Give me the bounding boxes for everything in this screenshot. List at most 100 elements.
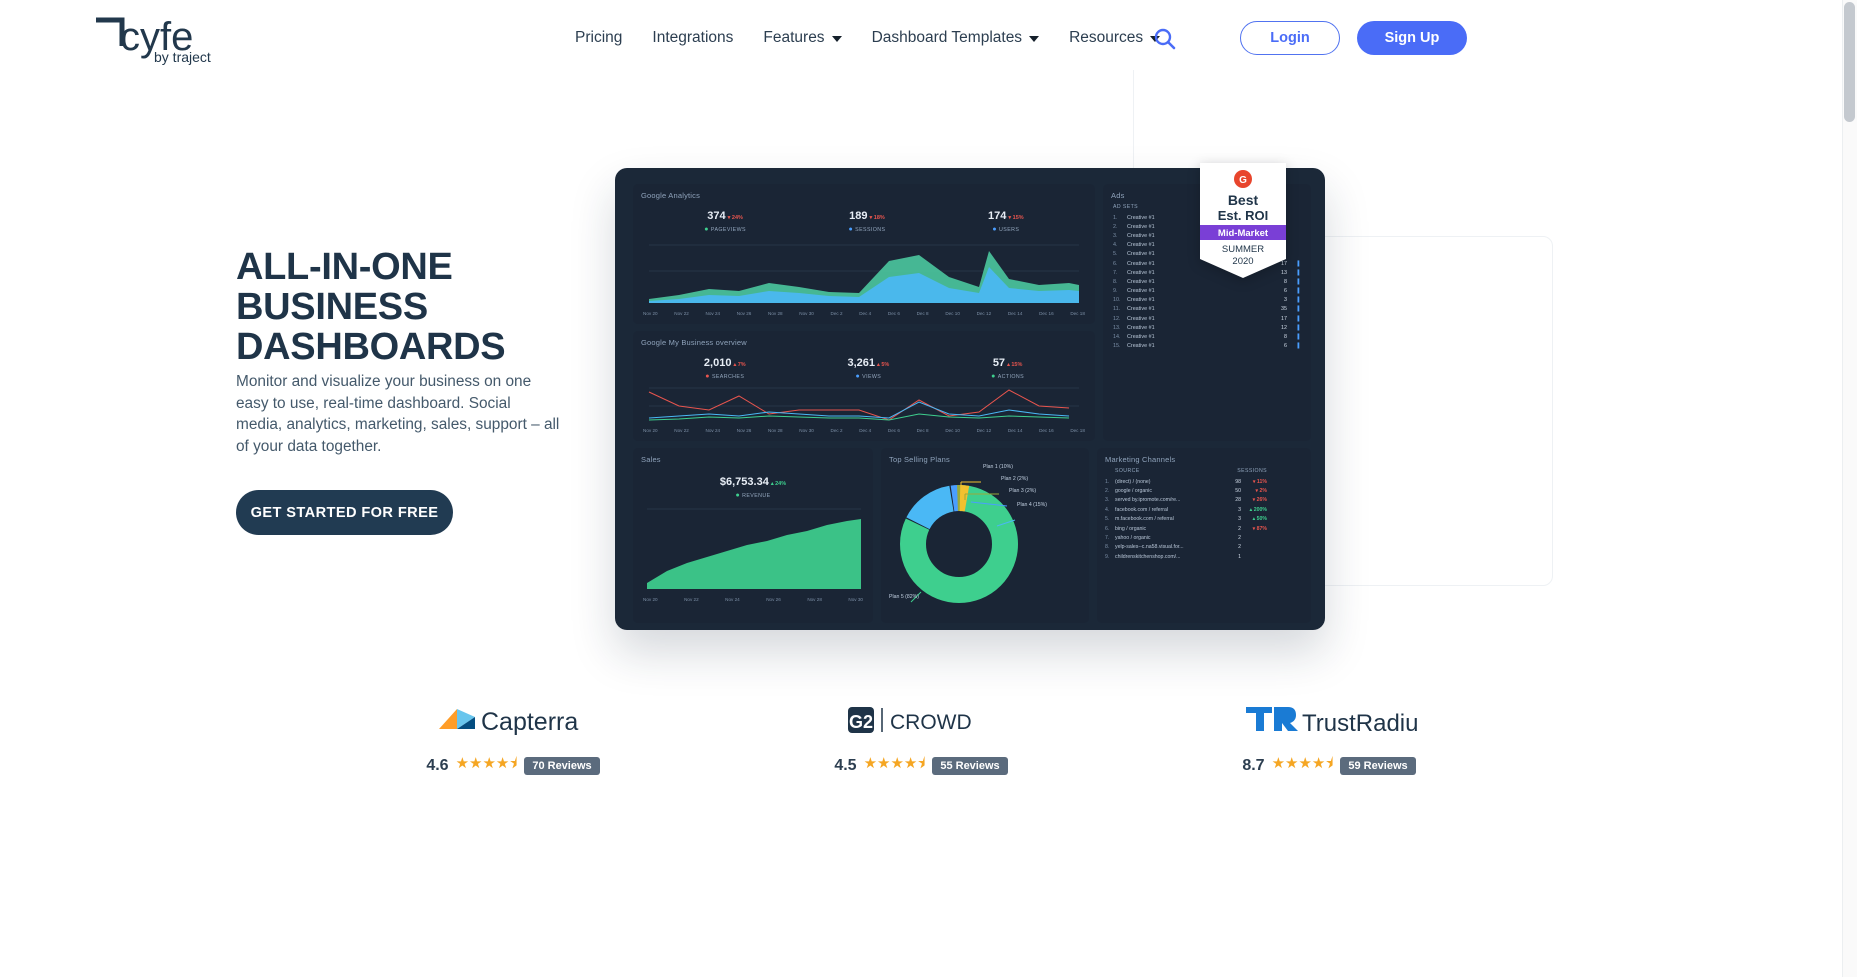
g2-award-badge: G Best Est. ROI Mid-Market SUMMER 2020: [1196, 163, 1290, 278]
logo[interactable]: cyfe by traject: [92, 10, 262, 66]
kpi-value: 2,010: [703, 357, 732, 369]
g2crowd-logo: G2 CROWD: [791, 700, 1051, 740]
table-row[interactable]: 9. Creative #1 6 ▌: [1103, 287, 1311, 296]
panel-title: Google My Business overview: [641, 338, 747, 347]
row-change: ▴ 50%: [1252, 516, 1267, 523]
row-index: 13.: [1113, 324, 1121, 331]
panel-title: Google Analytics: [641, 191, 701, 200]
row-value: 6: [1284, 343, 1287, 350]
series-dot-icon: ●: [992, 226, 998, 233]
page-scrollbar[interactable]: [1842, 0, 1857, 977]
axis-tick: Nov 26: [736, 428, 752, 433]
signup-label: Sign Up: [1384, 30, 1440, 46]
review-count-badge[interactable]: 55 Reviews: [932, 756, 1008, 775]
search-button[interactable]: [1152, 26, 1178, 52]
kpi-value: 3,261: [847, 357, 876, 369]
row-index: 7.: [1105, 534, 1110, 541]
table-row[interactable]: 6. bing / organic 2 ▾ 87%: [1097, 524, 1311, 533]
review-score: 4.5: [834, 756, 857, 774]
row-name: Creative #1: [1127, 288, 1155, 295]
table-row[interactable]: 8. Creative #1 8 ▌: [1103, 277, 1311, 286]
kpi-value: 174: [988, 210, 1007, 222]
axis-tick: Dec 12: [976, 311, 992, 316]
channels-column-headers: SOURCE SESSIONS: [1097, 464, 1311, 477]
review-capterra: Capterra 4.6 ★★★★⯨ 70 Reviews: [383, 700, 643, 778]
table-row[interactable]: 10. Creative #1 3 ▌: [1103, 296, 1311, 305]
series-dot-icon: ●: [704, 226, 709, 233]
login-button[interactable]: Login: [1240, 21, 1340, 55]
row-index: 6.: [1105, 525, 1110, 532]
donut-label-plan3: Plan 3 (2%): [1009, 488, 1037, 494]
panel-title: Marketing Channels: [1105, 455, 1176, 464]
axis-tick: Nov 26: [736, 311, 752, 316]
series-dot-icon: ●: [735, 492, 741, 499]
scrollbar-thumb[interactable]: [1844, 2, 1855, 122]
row-bar-icon: ▌: [1297, 334, 1301, 341]
table-row[interactable]: 4. facebook.com / referral 3 ▴ 200%: [1097, 505, 1311, 514]
hero-title-line-3: DASHBOARDS: [236, 326, 506, 368]
row-index: 5.: [1105, 516, 1110, 523]
row-change: ▾ 2%: [1255, 488, 1267, 495]
table-row[interactable]: 12. Creative #1 17 ▌: [1103, 314, 1311, 323]
row-value: 8: [1284, 334, 1287, 341]
kpi-delta: ▾ 18%: [869, 215, 885, 221]
nav-item-dashboard-templates[interactable]: Dashboard Templates: [857, 26, 1055, 50]
kpi-sessions: 189 ▾ 18% ● SESSIONS: [849, 206, 886, 233]
axis-tick: Dec 10: [945, 428, 960, 433]
capterra-logo-icon: Capterra: [439, 708, 578, 736]
table-row[interactable]: 8. yelp-sales--c.na58.visual.for... 2: [1097, 543, 1311, 552]
line-chart-gmb: [648, 387, 1079, 421]
row-bar-icon: ▌: [1297, 315, 1301, 322]
row-index: 1.: [1105, 478, 1110, 485]
axis-tick: Dec 8: [916, 428, 929, 433]
kpi-delta: ▾ 15%: [1008, 215, 1024, 221]
nav-item-pricing[interactable]: Pricing: [560, 26, 637, 50]
axis-tick: Dec 2: [830, 428, 843, 433]
row-index: 12.: [1113, 315, 1121, 322]
row-value: 8: [1284, 278, 1287, 285]
table-row[interactable]: 2. google / organic 50 ▾ 2%: [1097, 486, 1311, 495]
row-bar-icon: ▌: [1297, 343, 1301, 350]
axis-tick: Dec 16: [1039, 428, 1054, 433]
row-source: served by.ipromote.com/re...: [1115, 497, 1181, 504]
review-g2crowd: G2 CROWD 4.5 ★★★★⯨ 55 Reviews: [791, 700, 1051, 778]
star-rating-icon: ★★★★⯨: [863, 755, 926, 772]
chevron-down-icon: [831, 36, 842, 42]
row-index: 11.: [1113, 306, 1121, 313]
axis-tick: Nov 28: [768, 311, 783, 316]
table-row[interactable]: 13. Creative #1 12 ▌: [1103, 323, 1311, 332]
axis-tick: Nov 22: [674, 311, 689, 316]
table-row[interactable]: 5. m.facebook.com / referral 3 ▴ 50%: [1097, 515, 1311, 524]
row-value: 12: [1281, 324, 1287, 331]
get-started-button[interactable]: GET STARTED FOR FREE: [236, 490, 453, 535]
table-row[interactable]: 3. served by.ipromote.com/re... 28 ▾ 26%: [1097, 496, 1311, 505]
kpi-value: 374: [707, 210, 726, 222]
kpi-users: 174 ▾ 15% ● USERS: [988, 206, 1024, 233]
review-count-badge[interactable]: 70 Reviews: [524, 756, 600, 775]
row-source: facebook.com / referral: [1115, 506, 1169, 513]
table-row[interactable]: 11. Creative #1 35 ▌: [1103, 305, 1311, 314]
kpi-delta: ▴ 5%: [877, 362, 890, 368]
row-sessions: 50: [1235, 488, 1241, 495]
signup-button[interactable]: Sign Up: [1357, 21, 1467, 55]
row-source: google / organic: [1115, 488, 1152, 495]
review-count-badge[interactable]: 59 Reviews: [1340, 756, 1416, 775]
table-row[interactable]: 7. yahoo / organic 2: [1097, 533, 1311, 542]
table-row[interactable]: 1. (direct) / (none) 98 ▾ 11%: [1097, 477, 1311, 486]
search-icon: [1154, 28, 1176, 50]
col-sessions-label: SESSIONS: [1237, 468, 1267, 474]
svg-text:Capterra: Capterra: [481, 708, 578, 736]
row-index: 1.: [1113, 214, 1118, 221]
nav-item-integrations[interactable]: Integrations: [637, 26, 748, 50]
nav-item-features[interactable]: Features: [748, 26, 856, 50]
table-row[interactable]: 14. Creative #1 8 ▌: [1103, 332, 1311, 341]
axis-tick: Dec 4: [859, 311, 872, 316]
svg-text:CROWD: CROWD: [890, 711, 972, 734]
kpi-label: ACTIONS: [997, 374, 1025, 380]
row-bar-icon: ▌: [1297, 324, 1301, 331]
row-source: bing / organic: [1115, 525, 1147, 532]
kpi-delta: ▴ 15%: [1007, 362, 1023, 368]
row-sessions: 2: [1238, 525, 1241, 532]
table-row[interactable]: 15. Creative #1 6 ▌: [1103, 342, 1311, 351]
table-row[interactable]: 9. childrenskitchenshop.com/... 1: [1097, 552, 1311, 561]
